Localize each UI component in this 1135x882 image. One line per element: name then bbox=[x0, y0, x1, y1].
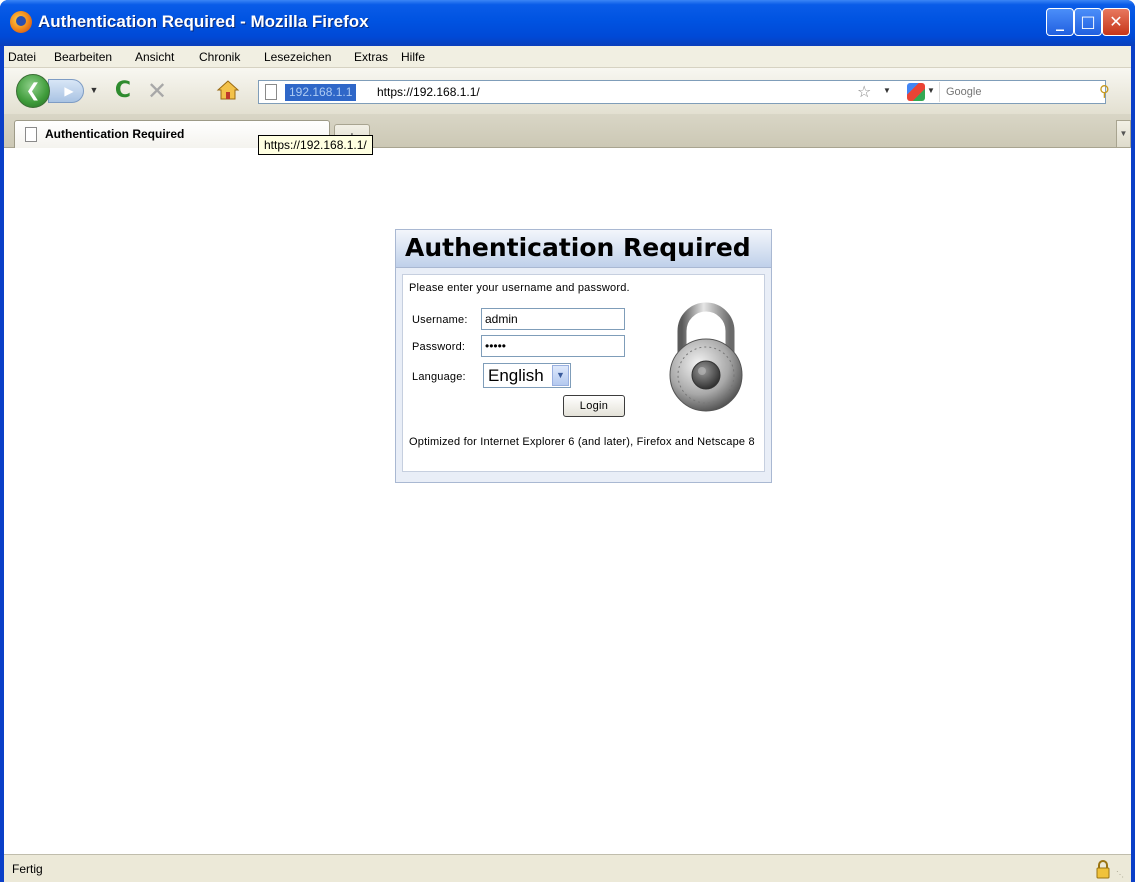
menu-bar: Datei Bearbeiten Ansicht Chronik Lesezei… bbox=[4, 46, 1131, 68]
language-select[interactable]: English ▼ bbox=[483, 363, 571, 388]
password-label: Password: bbox=[412, 341, 466, 353]
browser-window: Authentication Required - Mozilla Firefo… bbox=[0, 0, 1135, 882]
title-bar[interactable]: Authentication Required - Mozilla Firefo… bbox=[0, 0, 1135, 46]
menu-hilfe[interactable]: Hilfe bbox=[401, 50, 425, 64]
bookmark-star-icon[interactable]: ☆ bbox=[857, 82, 871, 101]
menu-datei[interactable]: Datei bbox=[8, 50, 36, 64]
page-icon bbox=[265, 84, 277, 100]
username-label: Username: bbox=[412, 314, 468, 326]
tab-bar: Authentication Required + ▼ bbox=[4, 114, 1131, 148]
back-arrow-icon: ❮ bbox=[25, 80, 41, 101]
navigation-toolbar: ▶ ❮ ▼ C ✕ 192.168.1.1 https://192.168.1.… bbox=[4, 68, 1131, 114]
home-icon[interactable] bbox=[216, 78, 240, 102]
search-input[interactable] bbox=[939, 82, 1099, 102]
site-identity-label[interactable]: 192.168.1.1 bbox=[285, 84, 357, 101]
browser-compatibility-note: Optimized for Internet Explorer 6 (and l… bbox=[409, 436, 755, 448]
url-bar[interactable]: 192.168.1.1 https://192.168.1.1/ ☆ ▼ ▼ ⚲ bbox=[258, 80, 1110, 104]
status-text: Fertig bbox=[12, 862, 43, 876]
auth-panel: Authentication Required Please enter you… bbox=[395, 229, 772, 483]
ssl-lock-icon[interactable] bbox=[1094, 859, 1112, 879]
menu-chronik[interactable]: Chronik bbox=[199, 50, 240, 64]
padlock-icon bbox=[669, 302, 743, 412]
page-content: Authentication Required Please enter you… bbox=[4, 148, 1131, 854]
menu-bearbeiten[interactable]: Bearbeiten bbox=[54, 50, 112, 64]
forward-arrow-icon: ▶ bbox=[64, 84, 74, 98]
username-field[interactable] bbox=[481, 308, 625, 330]
search-icon[interactable]: ⚲ bbox=[1099, 82, 1110, 100]
minimize-button[interactable]: _ bbox=[1046, 8, 1074, 36]
tab-list-icon[interactable]: ▼ bbox=[1116, 120, 1131, 148]
login-form: Please enter your username and password.… bbox=[402, 274, 765, 472]
chevron-down-icon[interactable]: ▼ bbox=[552, 365, 569, 386]
intro-text: Please enter your username and password. bbox=[409, 282, 630, 294]
google-logo-icon[interactable] bbox=[907, 83, 925, 101]
reload-icon[interactable]: C bbox=[110, 78, 136, 104]
menu-ansicht[interactable]: Ansicht bbox=[135, 50, 174, 64]
url-dropdown-icon[interactable]: ▼ bbox=[883, 86, 891, 95]
firefox-logo-icon bbox=[10, 11, 32, 33]
url-text[interactable]: https://192.168.1.1/ bbox=[377, 84, 480, 101]
resize-grip-icon[interactable]: ⋱ bbox=[1116, 869, 1128, 881]
forward-button[interactable]: ▶ bbox=[48, 79, 84, 103]
url-tooltip: https://192.168.1.1/ bbox=[258, 135, 373, 155]
status-bar: Fertig ⋱ bbox=[4, 854, 1131, 882]
menu-lesezeichen[interactable]: Lesezeichen bbox=[264, 50, 331, 64]
search-engine-dropdown-icon[interactable]: ▼ bbox=[927, 86, 935, 95]
browser-client-area: Datei Bearbeiten Ansicht Chronik Lesezei… bbox=[4, 46, 1131, 882]
window-title: Authentication Required - Mozilla Firefo… bbox=[38, 12, 369, 31]
close-button[interactable]: ✕ bbox=[1102, 8, 1130, 36]
stop-icon[interactable]: ✕ bbox=[144, 78, 170, 104]
language-selected-value: English bbox=[488, 366, 544, 385]
history-dropdown-icon[interactable]: ▼ bbox=[88, 82, 100, 98]
language-label: Language: bbox=[412, 371, 466, 383]
login-button[interactable]: Login bbox=[563, 395, 625, 417]
back-button[interactable]: ❮ bbox=[16, 74, 50, 108]
password-field[interactable] bbox=[481, 335, 625, 357]
maximize-button[interactable]: □ bbox=[1074, 8, 1102, 36]
menu-extras[interactable]: Extras bbox=[354, 50, 388, 64]
tab-label: Authentication Required bbox=[45, 127, 185, 141]
page-title: Authentication Required bbox=[405, 233, 751, 262]
page-icon bbox=[25, 127, 37, 142]
auth-header: Authentication Required bbox=[396, 230, 771, 268]
